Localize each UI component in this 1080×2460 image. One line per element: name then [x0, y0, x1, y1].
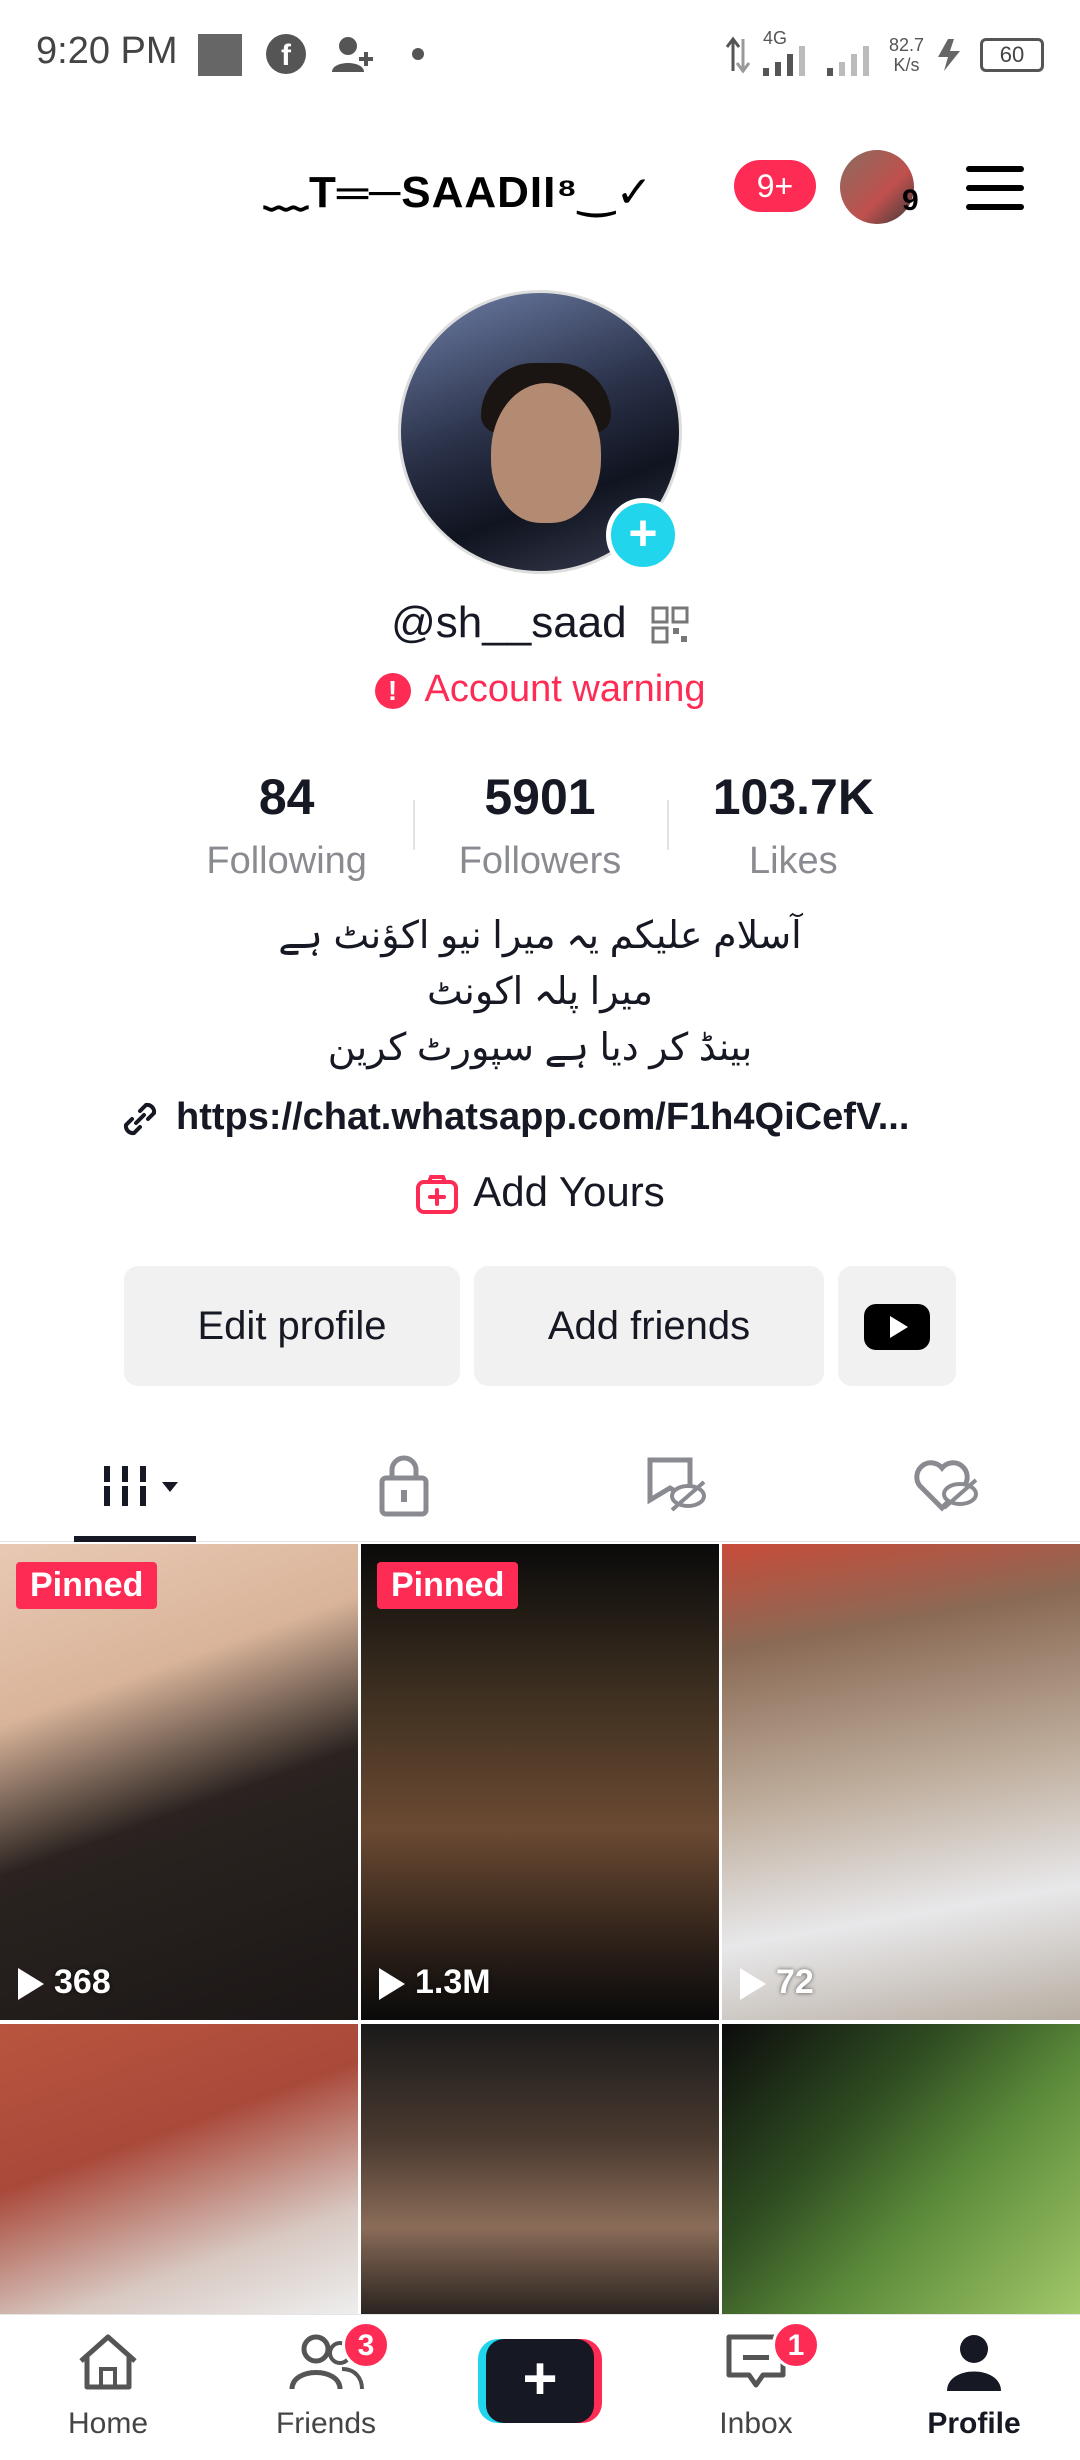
view-count: 72 — [740, 1963, 814, 2002]
add-yours[interactable]: Add Yours — [0, 1168, 1080, 1216]
nav-friends-label: Friends — [275, 2407, 377, 2440]
plus-icon: + — [486, 2339, 594, 2423]
video-thumbnail[interactable]: Pinned 1.3M — [361, 1544, 719, 2020]
stat-following[interactable]: 84 Following — [160, 768, 413, 888]
signal-1-icon: 4G — [761, 28, 815, 78]
facebook-icon: f — [266, 34, 306, 74]
profile-stats: 84 Following 5901 Followers 103.7K Likes — [160, 768, 920, 888]
hidden-heart-icon — [914, 1460, 978, 1512]
video-thumbnail[interactable]: 72 — [722, 1544, 1080, 2020]
tab-videos[interactable] — [94, 1450, 254, 1522]
add-yours-icon — [416, 1174, 459, 1214]
add-friends-button[interactable]: Add friends — [474, 1266, 824, 1386]
gallery-notification-icon — [198, 34, 242, 76]
nav-inbox[interactable]: Inbox 1 — [676, 2321, 836, 2441]
stat-following-value: 84 — [258, 769, 315, 825]
video-thumbnail[interactable] — [361, 2024, 719, 2314]
video-thumbnail[interactable] — [722, 2024, 1080, 2314]
video-thumbnail[interactable] — [0, 2024, 358, 2314]
stat-likes-label: Likes — [748, 840, 838, 882]
username-handle: @sh__saad — [391, 598, 627, 647]
nav-friends[interactable]: Friends 3 — [246, 2321, 406, 2441]
video-grid-icon — [104, 1466, 178, 1506]
add-story-plus-icon[interactable]: + — [606, 498, 680, 572]
bio-link[interactable]: https://chat.whatsapp.com/F1h4QiCefV... — [118, 1096, 978, 1141]
account-warning[interactable]: ! Account warning — [0, 668, 1080, 711]
charging-icon — [938, 39, 960, 71]
active-tab-indicator — [74, 1536, 196, 1542]
hidden-bookmark-icon — [647, 1457, 706, 1512]
bio-line-2: میرا پلہ اکونٹ — [426, 971, 654, 1013]
youtube-icon — [864, 1304, 930, 1350]
status-bar: 9:20 PM f 4G 82.7 K/s 60 — [0, 0, 1080, 110]
notification-badge[interactable]: 9+ — [734, 160, 816, 212]
bio-line-1: آسلام علیکم یہ میرا نیو اکؤنٹ ہے — [278, 915, 802, 957]
add-contact-icon — [332, 37, 373, 72]
view-count: 1.3M — [379, 1963, 491, 2002]
data-transfer-icon — [725, 36, 751, 74]
tab-saved[interactable] — [636, 1450, 796, 1522]
profile-bio: آسلام علیکم یہ میرا نیو اکؤنٹ ہے میرا پل… — [0, 908, 1080, 1076]
youtube-link-button[interactable] — [838, 1266, 956, 1386]
create-video-button[interactable]: + — [478, 2339, 602, 2423]
speed-unit: K/s — [893, 55, 920, 75]
tab-liked[interactable] — [908, 1450, 1068, 1522]
tab-private[interactable] — [364, 1450, 524, 1522]
speed-value: 82.7 — [888, 35, 924, 55]
nav-profile-label: Profile — [927, 2407, 1021, 2440]
account-count: 9 — [902, 184, 919, 217]
network-type: 4G — [762, 28, 787, 48]
stat-likes[interactable]: 103.7K Likes — [666, 768, 920, 888]
profile-icon — [947, 2335, 1001, 2391]
profile-header: ﹏T═─SAADII⁸‿✓ 9+ 9 — [0, 130, 1080, 250]
pinned-badge: Pinned — [377, 1562, 519, 1609]
home-icon — [79, 2334, 137, 2390]
view-count-value: 72 — [776, 1963, 814, 2001]
add-yours-label: Add Yours — [473, 1168, 665, 1215]
edit-profile-button[interactable]: Edit profile — [124, 1266, 460, 1386]
nav-home-label: Home — [67, 2407, 149, 2440]
bottom-navigation: Home Friends 3 + Inbox 1 Profile — [0, 2314, 1080, 2460]
stat-followers-value: 5901 — [484, 769, 596, 825]
inbox-badge: 1 — [772, 2321, 820, 2369]
status-time: 9:20 PM — [36, 30, 178, 72]
pinned-badge: Pinned — [16, 1562, 158, 1609]
play-icon — [379, 1968, 405, 2001]
view-count-value: 368 — [54, 1963, 111, 2001]
hamburger-menu-icon[interactable] — [966, 166, 1024, 210]
status-indicators: 4G 82.7 K/s 60 — [725, 28, 1044, 80]
lock-icon — [379, 1455, 429, 1517]
display-name-title: ﹏T═─SAADII⁸‿✓ — [264, 168, 654, 217]
account-warning-label: Account warning — [424, 668, 706, 710]
battery-icon: 60 — [980, 38, 1044, 72]
stat-followers[interactable]: 5901 Followers — [413, 768, 666, 888]
bio-link-text: https://chat.whatsapp.com/F1h4QiCefV... — [176, 1096, 910, 1138]
content-tabs — [0, 1430, 1080, 1542]
warning-icon: ! — [374, 672, 411, 709]
stat-followers-label: Followers — [458, 840, 622, 882]
stat-likes-value: 103.7K — [712, 769, 874, 825]
link-icon — [123, 1102, 157, 1135]
signal-2-icon — [826, 46, 869, 76]
nav-profile[interactable]: Profile — [894, 2331, 1054, 2441]
bio-line-3: بینڈ کر دیا ہے سپورٹ کرین — [327, 1027, 753, 1069]
nav-home[interactable]: Home — [28, 2331, 188, 2441]
qr-code-icon[interactable] — [651, 606, 689, 644]
play-icon — [740, 1968, 766, 2001]
nav-inbox-label: Inbox — [719, 2407, 793, 2440]
handle-row: @sh__saad — [0, 598, 1080, 648]
friends-badge: 3 — [342, 2321, 390, 2369]
play-icon — [18, 1968, 44, 2001]
video-thumbnail[interactable]: Pinned 368 — [0, 1544, 358, 2020]
network-speed: 82.7 K/s — [889, 35, 924, 75]
view-count-value: 1.3M — [415, 1963, 491, 2001]
stat-following-label: Following — [206, 840, 367, 882]
more-notifications-dot — [412, 48, 424, 60]
view-count: 368 — [18, 1963, 111, 2002]
